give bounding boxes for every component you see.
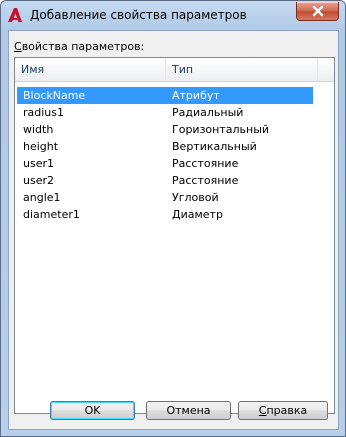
column-header-name[interactable]: Имя (15, 58, 166, 81)
parameter-properties-label: Свойства параметров: (14, 40, 144, 53)
list-row[interactable]: diameter1 Диаметр (17, 206, 313, 223)
row-name: angle1 (23, 191, 61, 204)
label-text: войства параметров: (21, 40, 145, 53)
list-body: BlockName Атрибут radius1 Радиальный wid… (15, 87, 334, 223)
list-row[interactable]: radius1 Радиальный (17, 104, 313, 121)
row-name: radius1 (23, 106, 65, 119)
row-name: user2 (23, 174, 54, 187)
list-row[interactable]: BlockName Атрибут (17, 87, 313, 104)
row-name: diameter1 (23, 208, 80, 221)
list-row[interactable]: angle1 Угловой (17, 189, 313, 206)
column-header-type[interactable]: Тип (166, 58, 318, 81)
close-button[interactable] (296, 2, 339, 21)
title-bar[interactable]: Добавление свойства параметров (1, 1, 345, 30)
help-button[interactable]: Справка (238, 401, 328, 420)
dialog-client-area: Свойства параметров: Имя Тип BlockName А… (8, 30, 339, 430)
row-name: BlockName (23, 89, 86, 102)
close-icon (312, 5, 324, 17)
list-row[interactable]: width Горизонтальный (17, 121, 313, 138)
ok-button[interactable]: OK (50, 401, 135, 420)
parameter-properties-list[interactable]: Имя Тип BlockName Атрибут radius1 Радиал… (14, 57, 335, 414)
row-type: Атрибут (172, 89, 220, 102)
row-type: Вертикальный (172, 140, 257, 153)
dialog-window: Добавление свойства параметров Свойства … (0, 0, 346, 437)
row-type: Угловой (172, 191, 219, 204)
list-header: Имя Тип (15, 58, 334, 82)
row-name: user1 (23, 157, 54, 170)
cancel-button[interactable]: Отмена (146, 401, 231, 420)
list-row[interactable]: height Вертикальный (17, 138, 313, 155)
list-row[interactable]: user1 Расстояние (17, 155, 313, 172)
row-type: Расстояние (172, 174, 239, 187)
autocad-logo-icon (8, 8, 22, 22)
window-title: Добавление свойства параметров (30, 8, 247, 22)
list-row[interactable]: user2 Расстояние (17, 172, 313, 189)
row-name: height (23, 140, 59, 153)
row-name: width (23, 123, 54, 136)
row-type: Горизонтальный (172, 123, 270, 136)
help-label: правка (266, 404, 308, 417)
row-type: Радиальный (172, 106, 244, 119)
label-accelerator: С (14, 40, 22, 53)
row-type: Расстояние (172, 157, 239, 170)
row-type: Диаметр (172, 208, 223, 221)
